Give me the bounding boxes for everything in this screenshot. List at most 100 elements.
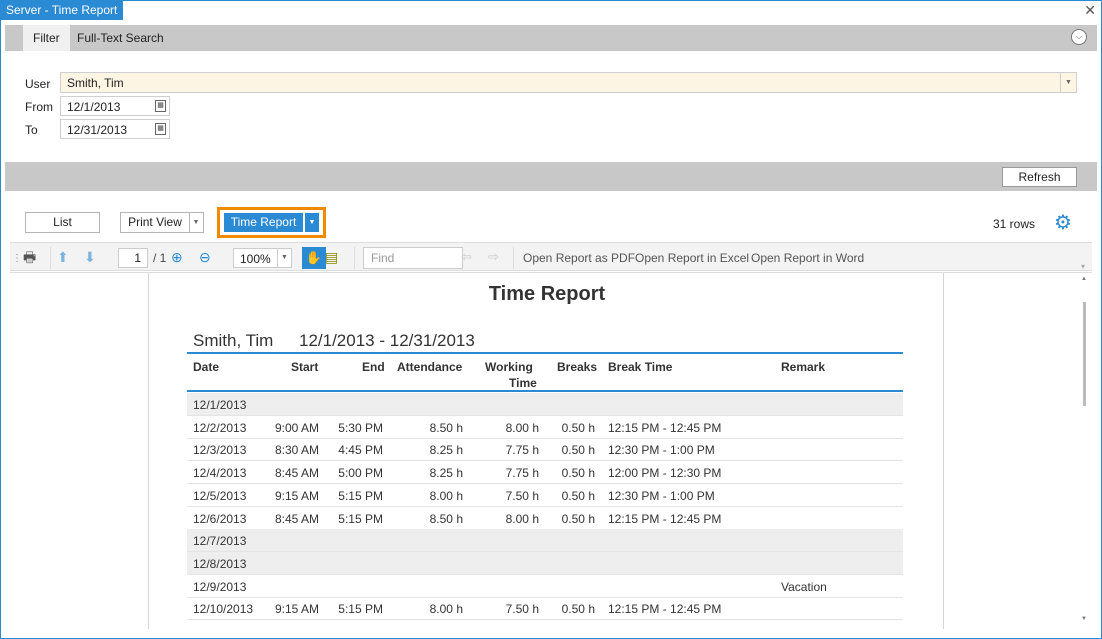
cell-date: 12/10/2013 [193,602,254,617]
vertical-scrollbar[interactable]: ▲ ▼ [1080,272,1090,628]
cell-start: 8:30 AM [274,443,319,458]
cell-date: 12/1/2013 [193,398,247,412]
refresh-button[interactable]: Refresh [1002,167,1077,187]
refresh-bar: Refresh [5,162,1097,191]
close-icon[interactable]: ✕ [1084,2,1096,18]
cell-remark: Vacation [781,579,827,594]
list-view-button[interactable]: List [25,212,100,233]
col-working-time: Time [509,376,537,390]
grip-icon[interactable]: ⋮ [12,250,22,268]
from-label: From [25,100,53,114]
filter-tab-bar: Filter Full-Text Search ⌵ [5,25,1097,51]
window-title[interactable]: Server - Time Report [0,0,124,20]
table-row: 12/10/2013 9:15 AM 5:15 PM 8.00 h 7.50 h 0.50… [187,597,903,621]
cell-breaks: 0.50 h [561,602,595,617]
hand-tool-icon[interactable]: ✋ [302,247,326,269]
divider [354,247,355,269]
columns-rule [187,390,903,392]
cell-date: 12/8/2013 [193,556,247,571]
header-rule [187,352,903,354]
chevron-down-icon[interactable]: ▼ [277,249,291,267]
calendar-icon[interactable]: ▦ [155,100,166,112]
table-row: 12/9/2013 Vacation [187,575,903,598]
table-row: 12/1/2013 [187,393,903,416]
col-attendance: Attendance [397,360,463,374]
cell-date: 12/7/2013 [193,534,247,549]
cell-breaks: 0.50 h [561,511,595,526]
col-date: Date [193,360,220,374]
tab-full-text-search[interactable]: Full-Text Search [67,25,174,51]
cell-end: 5:15 PM [338,488,383,503]
cell-attendance: 8.50 h [429,420,463,435]
table-row: 12/2/2013 9:00 AM 5:30 PM 8.50 h 8.00 h 0.50 … [187,416,903,439]
scroll-down-icon[interactable]: ▼ [1081,616,1087,622]
cell-end: 5:15 PM [338,511,383,526]
scroll-up-icon[interactable]: ▲ [1081,276,1087,282]
cell-break-time: 12:30 PM - 1:00 PM [608,443,715,458]
cell-breaks: 0.50 h [561,420,595,435]
chevron-down-icon[interactable]: ▼ [189,212,204,233]
user-label: User [25,77,51,91]
cell-start: 8:45 AM [274,511,319,526]
cell-working: 7.50 h [505,488,539,503]
open-word-button[interactable]: Open Report in Word [751,251,864,265]
table-row: 12/4/2013 8:45 AM 5:00 PM 8.25 h 7.75 h 0.50 … [187,461,903,485]
col-breaks: Breaks [557,360,598,374]
cell-start: 9:00 AM [274,420,319,435]
cell-working: 7.50 h [505,602,539,617]
from-date-field[interactable]: 12/1/2013 ▦ [60,96,170,116]
user-value: Smith, Tim [67,76,124,90]
table-row: 12/8/2013 [187,551,903,575]
zoom-in-icon[interactable]: ⊕ [171,248,183,266]
col-end: End [362,360,385,374]
print-view-button[interactable]: Print View [120,212,190,233]
tab-filter[interactable]: Filter [23,25,70,51]
find-previous-icon[interactable]: ⇦ [461,248,472,266]
print-icon[interactable]: 🖶 [23,248,36,266]
cell-date: 12/2/2013 [193,420,247,435]
cell-end: 5:15 PM [338,602,383,617]
arrow-up-icon[interactable]: ⬆ [57,248,69,266]
rows-count: 31 rows [993,217,1036,231]
zoom-out-icon[interactable]: ⊖ [199,248,211,266]
cell-date: 12/3/2013 [193,443,247,458]
cell-break-time: 12:15 PM - 12:45 PM [608,511,722,526]
arrow-down-icon[interactable]: ⬇ [84,248,96,266]
scrollbar-thumb[interactable] [1083,302,1086,406]
to-date-field[interactable]: 12/31/2013 ▦ [60,119,170,139]
table-row: 12/7/2013 [187,529,903,553]
cell-break-time: 12:00 PM - 12:30 PM [608,466,722,481]
collapse-icon[interactable]: ⌵ [1071,29,1087,45]
cell-attendance: 8.25 h [429,443,463,458]
user-field[interactable]: Smith, Tim ▼ [60,72,1077,93]
cell-breaks: 0.50 h [561,488,595,503]
table-row: 12/3/2013 8:30 AM 4:45 PM 8.25 h 7.75 h 0.50 … [187,438,903,462]
cell-working: 8.00 h [505,420,539,435]
divider [50,247,51,269]
calendar-icon[interactable]: ▦ [155,123,166,135]
chevron-down-icon[interactable]: ▼ [1060,73,1076,92]
zoom-select[interactable]: 100% ▼ [233,248,292,268]
report-viewer: Time Report Smith, Tim 12/1/2013 - 12/31… [10,272,1092,629]
open-excel-button[interactable]: Open Report in Excel [635,251,749,265]
cell-date: 12/4/2013 [193,466,247,481]
report-toolbar: ⋮ 🖶 ⬆ ⬇ 1 / 1 ⊕ ⊖ 100% ▼ ✋ ▤ Find ⇦ ⇨ Op… [10,242,1092,271]
gear-icon[interactable]: ⚙ [1054,213,1072,233]
from-date-value: 12/1/2013 [67,100,121,114]
page-number-input[interactable]: 1 [118,248,148,268]
zoom-value: 100% [240,252,271,266]
cell-date: 12/9/2013 [193,579,247,594]
open-pdf-button[interactable]: Open Report as PDF [523,251,635,265]
cell-working: 7.75 h [505,443,539,458]
find-next-icon[interactable]: ⇨ [488,248,499,266]
cell-date: 12/5/2013 [193,488,247,503]
chevron-down-icon[interactable]: ▼ [304,213,319,232]
text-select-icon[interactable]: ▤ [325,248,338,266]
cell-end: 5:30 PM [338,420,383,435]
find-input[interactable]: Find [363,247,463,269]
page-total: / 1 [153,251,167,265]
time-report-button[interactable]: Time Report [224,213,303,232]
report-user: Smith, Tim [193,331,274,350]
cell-end: 4:45 PM [338,443,383,458]
cell-attendance: 8.25 h [429,466,463,481]
